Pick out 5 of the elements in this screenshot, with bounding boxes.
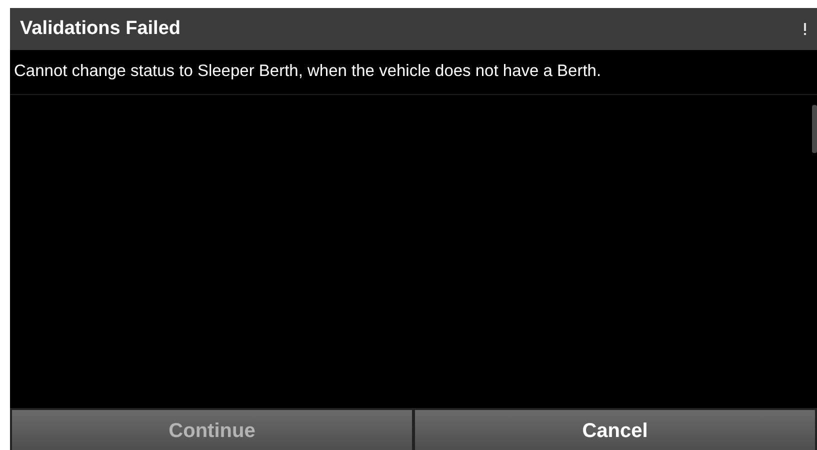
dialog-title: Validations Failed: [20, 16, 180, 41]
error-message: Cannot change status to Sleeper Berth, when the vehicle does not have a Berth.: [10, 50, 817, 95]
scrollbar-thumb[interactable]: [812, 104, 817, 153]
dialog-button[interactable]: Cancel: [415, 410, 815, 450]
exclamation-icon: [803, 23, 807, 35]
